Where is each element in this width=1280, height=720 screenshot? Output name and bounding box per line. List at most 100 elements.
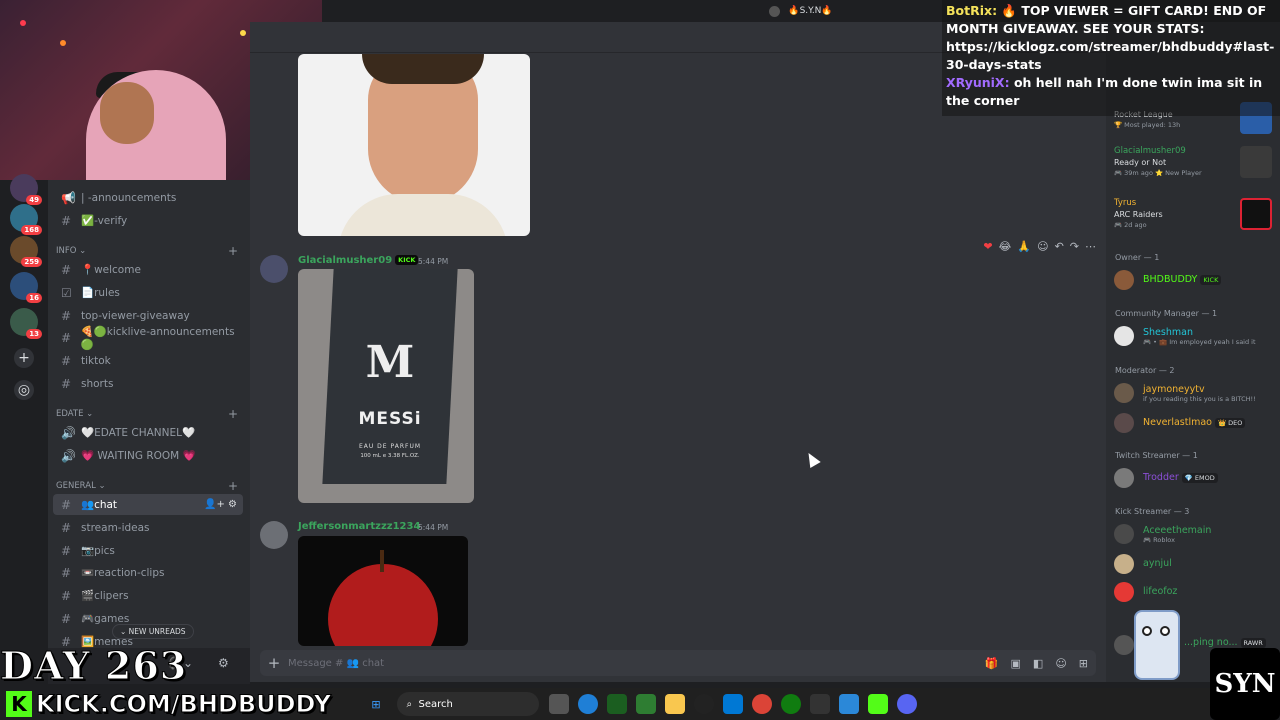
- message-image-apple[interactable]: [298, 536, 468, 646]
- channel-clipers[interactable]: # 🎬clipers: [53, 585, 243, 606]
- server-icon-1[interactable]: 49: [10, 174, 42, 205]
- emoji-reaction-icon[interactable]: 😂: [999, 240, 1012, 253]
- discover-icon[interactable]: ◎: [14, 380, 34, 400]
- server-icon-5[interactable]: 13: [10, 308, 42, 339]
- add-channel-icon[interactable]: +: [228, 479, 238, 493]
- channel-verify[interactable]: # ✅-verify: [53, 210, 243, 231]
- file-explorer-icon[interactable]: [665, 694, 685, 714]
- apps-icon[interactable]: ⊞: [1079, 657, 1088, 670]
- channel-welcome[interactable]: # 📍welcome: [53, 259, 243, 280]
- activity-card[interactable]: Tyrus ARC Raiders 🎮 2d ago: [1114, 198, 1274, 230]
- member-item[interactable]: lifeofoz: [1114, 580, 1274, 604]
- new-unreads-button[interactable]: ⌄ NEW UNREADS: [112, 624, 194, 639]
- store-icon[interactable]: [723, 694, 743, 714]
- channel-shorts[interactable]: # shorts: [53, 373, 243, 394]
- channel-settings-icon[interactable]: 👤+ ⚙: [204, 499, 237, 510]
- message-input[interactable]: + Message # 👥 chat 🎁 ▣ ◧ ☺ ⊞: [260, 650, 1096, 676]
- hash-icon: #: [61, 497, 72, 512]
- search-icon: ⌕: [406, 698, 419, 710]
- hash-icon: #: [61, 262, 72, 277]
- message-timestamp: 5:44 PM: [418, 523, 449, 532]
- app-icon[interactable]: [839, 694, 859, 714]
- avatar[interactable]: [260, 521, 288, 549]
- hash-icon: #: [61, 330, 72, 345]
- kick-tag: KICK: [1200, 274, 1222, 285]
- chat-area: ❤ 😂 🙏 ☺ ↶ ↷ ⋯ Glacialmusher09 KICK 5:44 P…: [250, 22, 1106, 682]
- taskbar-search[interactable]: ⌕ Search: [396, 692, 539, 716]
- more-icon[interactable]: ⋯: [1085, 240, 1096, 253]
- group-kick-streamer: Kick Streamer — 3: [1115, 507, 1190, 516]
- forward-icon[interactable]: ↷: [1070, 240, 1079, 253]
- perfume-brand: MESSi: [358, 409, 422, 429]
- sticker-icon[interactable]: ◧: [1033, 657, 1043, 670]
- stream-chat-overlay: BotRix: 🔥 TOP VIEWER = GIFT CARD! END OF…: [942, 0, 1280, 116]
- channel-chat[interactable]: # 👥chat 👤+ ⚙: [53, 494, 243, 515]
- edge-icon[interactable]: [578, 694, 598, 714]
- channel-reaction-clips[interactable]: # 📼reaction-clips: [53, 562, 243, 583]
- activity-card[interactable]: Glacialmusher09 Ready or Not 🎮 39m ago ⭐…: [1114, 146, 1274, 178]
- channel-stream-ideas[interactable]: # stream-ideas: [53, 517, 243, 538]
- chevron-down-icon: ⌄: [120, 627, 129, 636]
- game-thumbnail: [1240, 146, 1272, 178]
- task-view-icon[interactable]: [549, 694, 569, 714]
- member-item[interactable]: jaymoneyytv if you reading this you is a …: [1114, 381, 1274, 405]
- channel-announcements[interactable]: 📢 | -announcements: [53, 187, 243, 208]
- reply-icon[interactable]: ↶: [1055, 240, 1064, 253]
- unread-badge: 16: [26, 293, 42, 303]
- emoji-reaction-icon[interactable]: 🙏: [1017, 240, 1031, 253]
- channel-tiktok[interactable]: # tiktok: [53, 350, 243, 371]
- add-attachment-button[interactable]: +: [260, 654, 288, 672]
- member-item[interactable]: Aceeethemain 🎮 Roblox: [1114, 522, 1274, 546]
- channel-pics[interactable]: # 📷pics: [53, 540, 243, 561]
- message-image-face[interactable]: [298, 54, 530, 236]
- windows-taskbar: ⊞ ⌕ Search: [290, 688, 1210, 720]
- channel-kicklive-announcements[interactable]: # 🍕🟢kicklive-announcements🟢: [53, 326, 243, 351]
- kick-logo-icon: K: [6, 691, 32, 717]
- channel-edate[interactable]: 🔊 🤍EDATE CHANNEL🤍: [53, 422, 243, 443]
- server-icon-2[interactable]: 168: [10, 204, 42, 235]
- nvidia-icon[interactable]: [607, 694, 627, 714]
- message-image-perfume[interactable]: M MESSi EAU DE PARFUM 100 mL e 3.38 FL.O…: [298, 269, 474, 503]
- windows-start-icon[interactable]: ⊞: [366, 694, 386, 714]
- steam-icon[interactable]: [694, 694, 714, 714]
- xbox-app-icon[interactable]: [781, 694, 801, 714]
- add-reaction-icon[interactable]: ☺: [1037, 240, 1048, 253]
- member-item[interactable]: aynjul: [1114, 552, 1274, 576]
- message-author[interactable]: Jeffersonmartzzz1234: [298, 521, 420, 532]
- channel-waiting-room[interactable]: 🔊 💗 WAITING ROOM 💗: [53, 445, 243, 466]
- hash-icon: #: [61, 213, 72, 228]
- unread-badge: 259: [21, 257, 42, 267]
- category-edate[interactable]: EDATE ⌄ +: [56, 407, 242, 421]
- hash-icon: #: [61, 353, 72, 368]
- member-item[interactable]: BHDBUDDY KICK: [1114, 268, 1274, 292]
- channel-list: 📢 | -announcements # ✅-verify INFO ⌄ + # 📍we…: [48, 180, 250, 650]
- add-channel-icon[interactable]: +: [228, 407, 238, 421]
- discord-icon[interactable]: [897, 694, 917, 714]
- chrome-icon[interactable]: [752, 694, 772, 714]
- channel-rules[interactable]: ☑ 📄rules: [53, 282, 243, 303]
- gift-icon[interactable]: 🎁: [985, 657, 999, 670]
- add-server-button[interactable]: +: [14, 348, 34, 368]
- member-item[interactable]: Sheshman 🎮 • 💼 Im employed yeah I said it: [1114, 324, 1274, 348]
- message-author[interactable]: Glacialmusher09 KICK: [298, 255, 419, 266]
- emoji-icon[interactable]: ☺: [1055, 657, 1066, 670]
- server-icon-3[interactable]: 259: [10, 236, 42, 267]
- server-icon-4[interactable]: 16: [10, 272, 42, 303]
- gif-icon[interactable]: ▣: [1011, 657, 1021, 670]
- megaphone-icon: 📢: [61, 190, 76, 205]
- category-general[interactable]: GENERAL ⌄ +: [56, 479, 242, 493]
- emod-tag: 💎 EMOD: [1181, 472, 1218, 483]
- heart-reaction-icon[interactable]: ❤: [983, 240, 992, 253]
- xbox-icon[interactable]: [636, 694, 656, 714]
- member-item[interactable]: Neverlastlmao 👑 DEO: [1114, 411, 1274, 435]
- app-icon[interactable]: [810, 694, 830, 714]
- add-channel-icon[interactable]: +: [228, 244, 238, 258]
- group-owner: Owner — 1: [1115, 253, 1160, 262]
- channel-top-viewer-giveaway[interactable]: # top-viewer-giveaway: [53, 305, 243, 326]
- category-info[interactable]: INFO ⌄ +: [56, 244, 242, 258]
- avatar[interactable]: [260, 255, 288, 283]
- kick-app-icon[interactable]: [868, 694, 888, 714]
- member-item[interactable]: Trodder 💎 EMOD: [1114, 466, 1274, 490]
- gear-icon[interactable]: ⚙: [218, 656, 229, 670]
- server-rail: 49 168 259 16 13 + ◎: [0, 174, 48, 650]
